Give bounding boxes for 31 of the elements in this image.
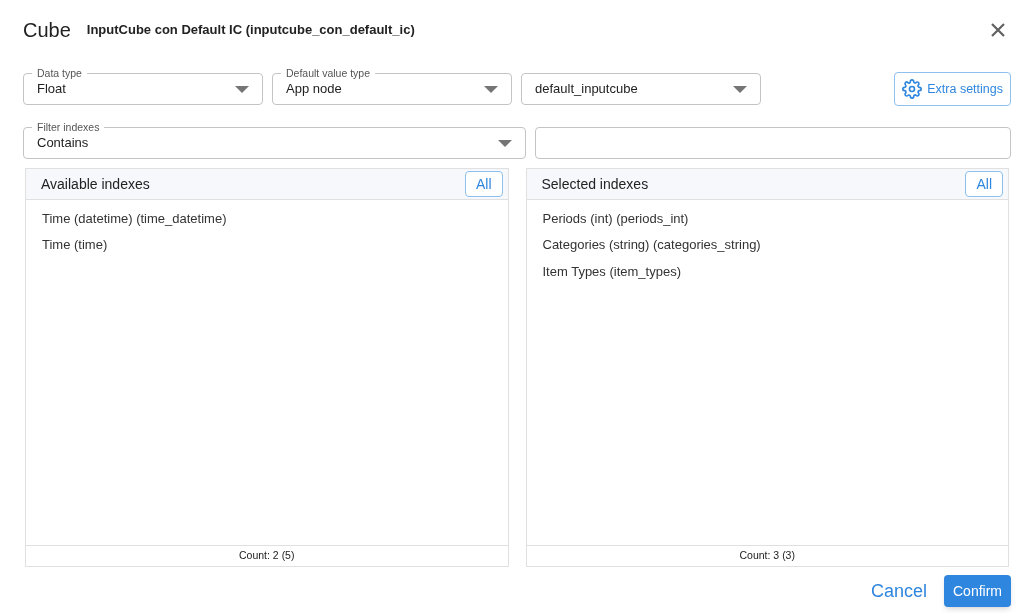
panel-title: Available indexes <box>41 174 150 194</box>
count-label: Count: 3 (3) <box>526 545 1008 566</box>
index-item[interactable]: Item Types (item_types) <box>542 258 1008 285</box>
field-value: Contains <box>37 134 90 153</box>
index-item[interactable]: Time (datetime) (time_datetime) <box>42 205 508 232</box>
index-item[interactable]: Periods (int) (periods_int) <box>542 205 1008 232</box>
field-value: Float <box>37 80 67 99</box>
field-value: default_inputcube <box>535 80 639 99</box>
dialog-title: Cube <box>23 18 71 43</box>
panel-title: Selected indexes <box>541 174 649 194</box>
confirm-button[interactable]: Confirm <box>944 575 1011 607</box>
cancel-button[interactable]: Cancel <box>868 575 929 607</box>
count-label: Count: 2 (5) <box>26 545 508 566</box>
index-item[interactable]: Categories (string) (categories_string) <box>542 231 1008 258</box>
index-item[interactable]: Time (time) <box>42 231 508 258</box>
caret-icon <box>484 85 498 93</box>
caret-icon <box>235 85 249 93</box>
default-value-select[interactable]: default_inputcube <box>521 73 761 105</box>
field-label: Data type <box>32 66 87 80</box>
select-all-button[interactable]: All <box>464 171 503 197</box>
close-icon <box>991 23 1005 37</box>
field-label: Default value type <box>281 66 376 80</box>
select-all-button[interactable]: All <box>965 171 1003 197</box>
dialog-subtitle: InputCube con Default IC (inputcube_con_default_ic) <box>86 21 415 40</box>
extra-settings-button[interactable]: Extra settings <box>894 72 1011 106</box>
caret-icon <box>733 85 747 93</box>
caret-icon <box>497 139 512 147</box>
field-value: App node <box>286 80 343 99</box>
field-label: Filter indexes <box>32 120 105 134</box>
search-field[interactable] <box>534 127 1011 159</box>
settings-icon <box>902 79 923 99</box>
